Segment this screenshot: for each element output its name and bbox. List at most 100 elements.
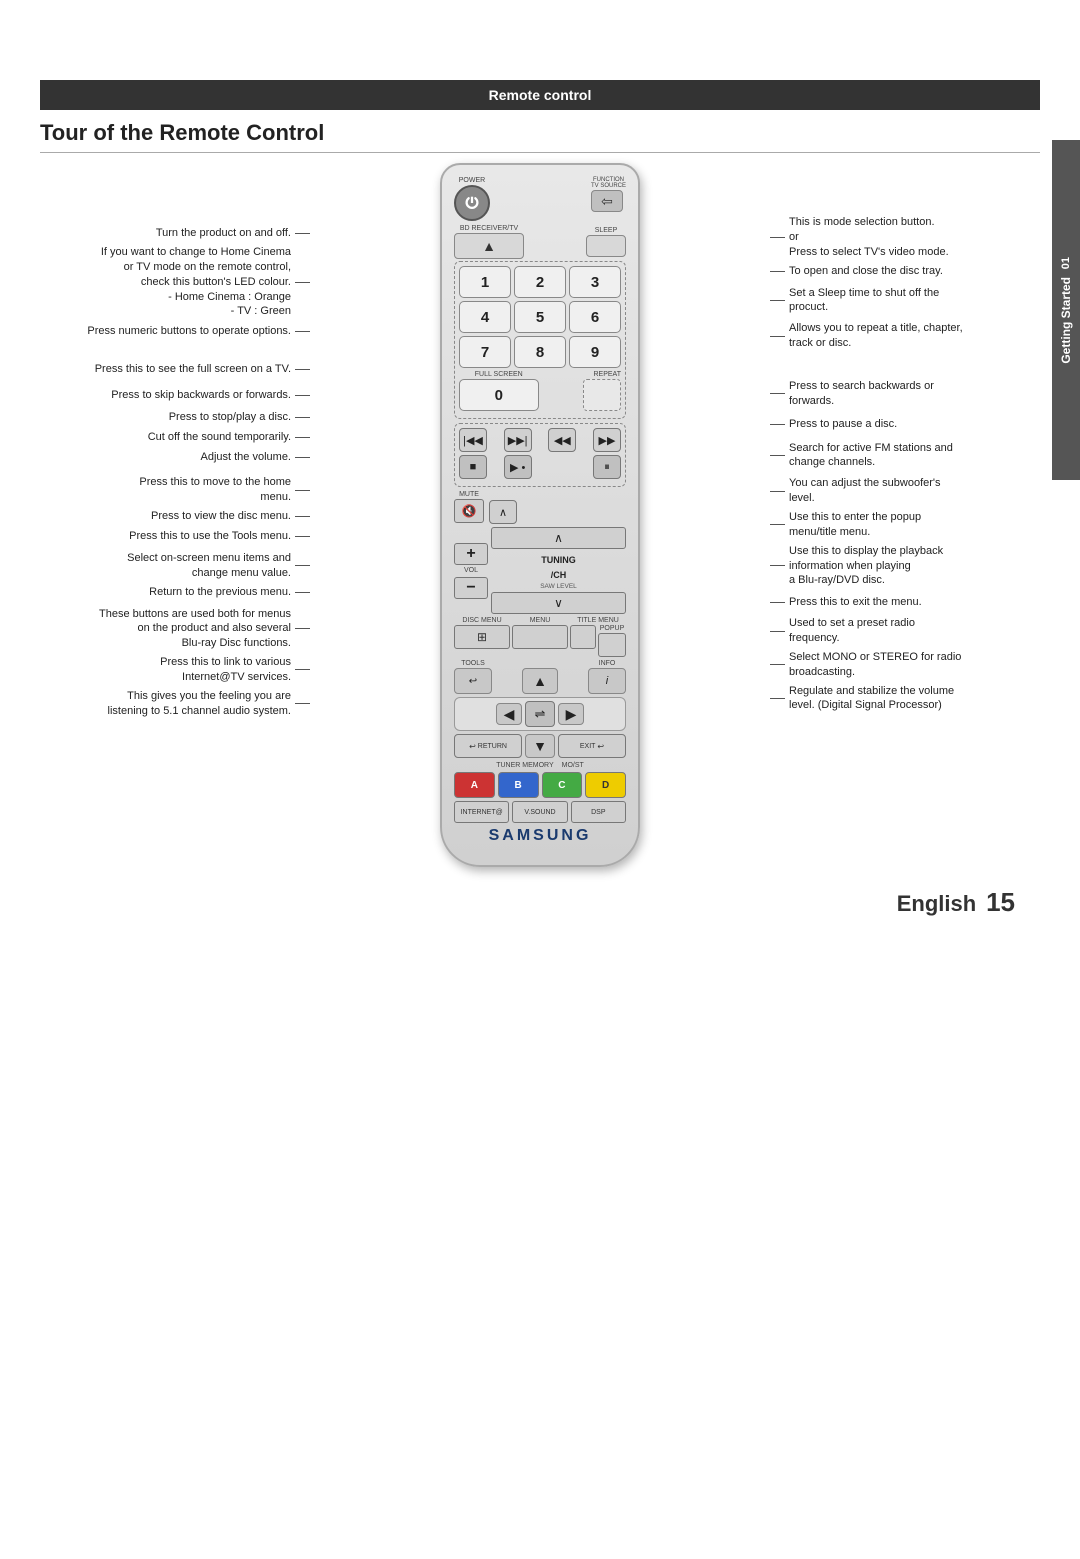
title-menu-button[interactable] xyxy=(570,625,596,649)
up-btn-section: ∧ xyxy=(489,500,517,524)
moist-label: MO/ST xyxy=(562,762,584,769)
tools-row: TOOLS ↩ ▲ INFO i xyxy=(454,660,626,694)
num-5-button[interactable]: 5 xyxy=(514,301,566,333)
ann-right-2: To open and close the disc tray. xyxy=(770,264,1050,280)
ann-left-15: Press this to link to variousInternet@TV… xyxy=(30,655,310,685)
stop-button[interactable]: ■ xyxy=(459,455,487,479)
right-annotations: This is mode selection button.orPress to… xyxy=(770,163,1050,867)
internet-button[interactable]: INTERNET@ xyxy=(454,801,509,823)
nav-right-button[interactable]: ▶ xyxy=(558,703,584,725)
tuning-label: TUNING/CH xyxy=(541,555,576,580)
remote-control: POWER FUNCTIONTV SOURCE ⇦ BD RECEI xyxy=(440,163,640,867)
bd-button[interactable]: ▲ xyxy=(454,233,524,259)
info-label: INFO xyxy=(588,660,626,667)
num-7-button[interactable]: 7 xyxy=(459,336,511,368)
repeat-section: REPEAT xyxy=(542,371,622,411)
btn-b[interactable]: B xyxy=(498,772,539,798)
tuning-up-button[interactable]: ∧ xyxy=(491,527,626,549)
footer-text: English xyxy=(897,891,976,916)
nav-up-button[interactable]: ▲ xyxy=(522,668,558,694)
tools-button[interactable]: ↩ xyxy=(454,668,492,694)
ann-left-3: Press numeric buttons to operate options… xyxy=(30,323,310,339)
title-menu-section: TITLE MENU POPUP xyxy=(570,617,626,657)
function-button[interactable]: ⇦ xyxy=(591,190,623,212)
num-6-button[interactable]: 6 xyxy=(569,301,621,333)
nav-left-button[interactable]: ◀ xyxy=(496,703,522,725)
fullscreen-section: FULL SCREEN 0 xyxy=(459,371,539,411)
sleep-section: SLEEP xyxy=(586,227,626,257)
pause-button[interactable]: ⏸ xyxy=(593,455,621,479)
btn-c[interactable]: C xyxy=(542,772,583,798)
return-button[interactable]: ↩ RETURN xyxy=(454,734,522,758)
tuning-center: ∧ TUNING/CH SAW LEVEL ∨ xyxy=(491,527,626,614)
ffw-button[interactable]: ▶▶ xyxy=(593,428,621,452)
side-tab-number: 01 xyxy=(1060,257,1072,269)
disc-menu-button[interactable]: ⊞ xyxy=(454,625,510,649)
num-row-1: 1 2 3 xyxy=(459,266,621,298)
info-button[interactable]: i xyxy=(588,668,626,694)
ann-left-2: If you want to change to Home Cinemaor T… xyxy=(30,245,310,319)
function-label: FUNCTIONTV SOURCE xyxy=(591,177,626,189)
sleep-button[interactable] xyxy=(586,235,626,257)
num-9-button[interactable]: 9 xyxy=(569,336,621,368)
rew-button[interactable]: ◀◀ xyxy=(548,428,576,452)
color-buttons-row: A B C D xyxy=(454,772,626,798)
num-2-button[interactable]: 2 xyxy=(514,266,566,298)
play-button[interactable]: ▶ • xyxy=(504,455,532,479)
bd-section: BD RECEIVER/TV ▲ xyxy=(454,225,524,259)
tuner-memory-label: TUNER MEMORY xyxy=(496,762,553,769)
exit-button[interactable]: EXIT ↩ xyxy=(558,734,626,758)
num-3-button[interactable]: 3 xyxy=(569,266,621,298)
dsp-button[interactable]: DSP xyxy=(571,801,626,823)
ann-left-7: Cut off the sound temporarily. xyxy=(30,429,310,445)
popup-label: POPUP xyxy=(598,625,626,632)
num-8-button[interactable]: 8 xyxy=(514,336,566,368)
vol-tuning-section: + VOL − ∧ TUNING/CH SAW LEVEL ∨ xyxy=(454,527,626,614)
popup-button[interactable] xyxy=(598,633,626,657)
nav-section: ◀ ⇌ ▶ xyxy=(454,697,626,731)
ann-right-10: Use this to display the playbackinformat… xyxy=(770,544,1050,589)
mute-label: MUTE xyxy=(454,491,484,498)
tuning-down-button[interactable]: ∨ xyxy=(491,592,626,614)
transport-row-2: ■ ▶ • ⏸ xyxy=(459,455,621,479)
ann-right-14: Regulate and stabilize the volumelevel. … xyxy=(770,684,1050,714)
remote-control-column: POWER FUNCTIONTV SOURCE ⇦ BD RECEI xyxy=(310,163,770,867)
disc-menu-section: DISC MENU ⊞ xyxy=(454,617,510,657)
return-icon: ↩ xyxy=(469,742,476,751)
exit-label: EXIT xyxy=(580,743,596,750)
menu-button[interactable] xyxy=(512,625,568,649)
vol-down-button[interactable]: − xyxy=(454,577,488,599)
bd-label: BD RECEIVER/TV xyxy=(454,225,524,232)
up-button[interactable]: ∧ xyxy=(489,500,517,524)
ann-right-1: This is mode selection button.orPress to… xyxy=(770,215,1050,260)
ann-left-6: Press to stop/play a disc. xyxy=(30,409,310,425)
skip-fwd-button[interactable]: ▶▶| xyxy=(504,428,532,452)
num-1-button[interactable]: 1 xyxy=(459,266,511,298)
v-sound-button[interactable]: V.SOUND xyxy=(512,801,567,823)
num-4-button[interactable]: 4 xyxy=(459,301,511,333)
nav-ok-button[interactable]: ⇌ xyxy=(525,701,555,727)
mute-button[interactable]: 🔇 xyxy=(454,499,484,523)
bottom-row: INTERNET@ V.SOUND DSP xyxy=(454,801,626,823)
repeat-label: REPEAT xyxy=(594,371,622,378)
btn-d[interactable]: D xyxy=(585,772,626,798)
vol-up-button[interactable]: + xyxy=(454,543,488,565)
exit-icon: ↩ xyxy=(597,742,604,751)
ann-right-3: Set a Sleep time to shut off theprocuct. xyxy=(770,286,1050,316)
menu-section: MENU xyxy=(512,617,568,657)
ann-left-9: Press this to move to the homemenu. xyxy=(30,475,310,505)
fullscreen-label: FULL SCREEN xyxy=(459,371,539,378)
return-exit-row: ↩ RETURN ▼ EXIT ↩ xyxy=(454,734,626,758)
power-button[interactable] xyxy=(454,185,490,221)
ann-left-1: Turn the product on and off. xyxy=(30,225,310,241)
ann-right-6: Press to pause a disc. xyxy=(770,417,1050,433)
skip-back-button[interactable]: |◀◀ xyxy=(459,428,487,452)
ann-right-5: Press to search backwards orforwards. xyxy=(770,379,1050,409)
power-section: POWER xyxy=(454,177,490,221)
btn-a[interactable]: A xyxy=(454,772,495,798)
ann-left-13: Return to the previous menu. xyxy=(30,585,310,601)
tuning-label-section: TUNING/CH xyxy=(541,551,576,581)
num-0-button[interactable]: 0 xyxy=(459,379,539,411)
popup-section: POPUP xyxy=(598,625,626,657)
nav-down-button[interactable]: ▼ xyxy=(525,734,555,758)
